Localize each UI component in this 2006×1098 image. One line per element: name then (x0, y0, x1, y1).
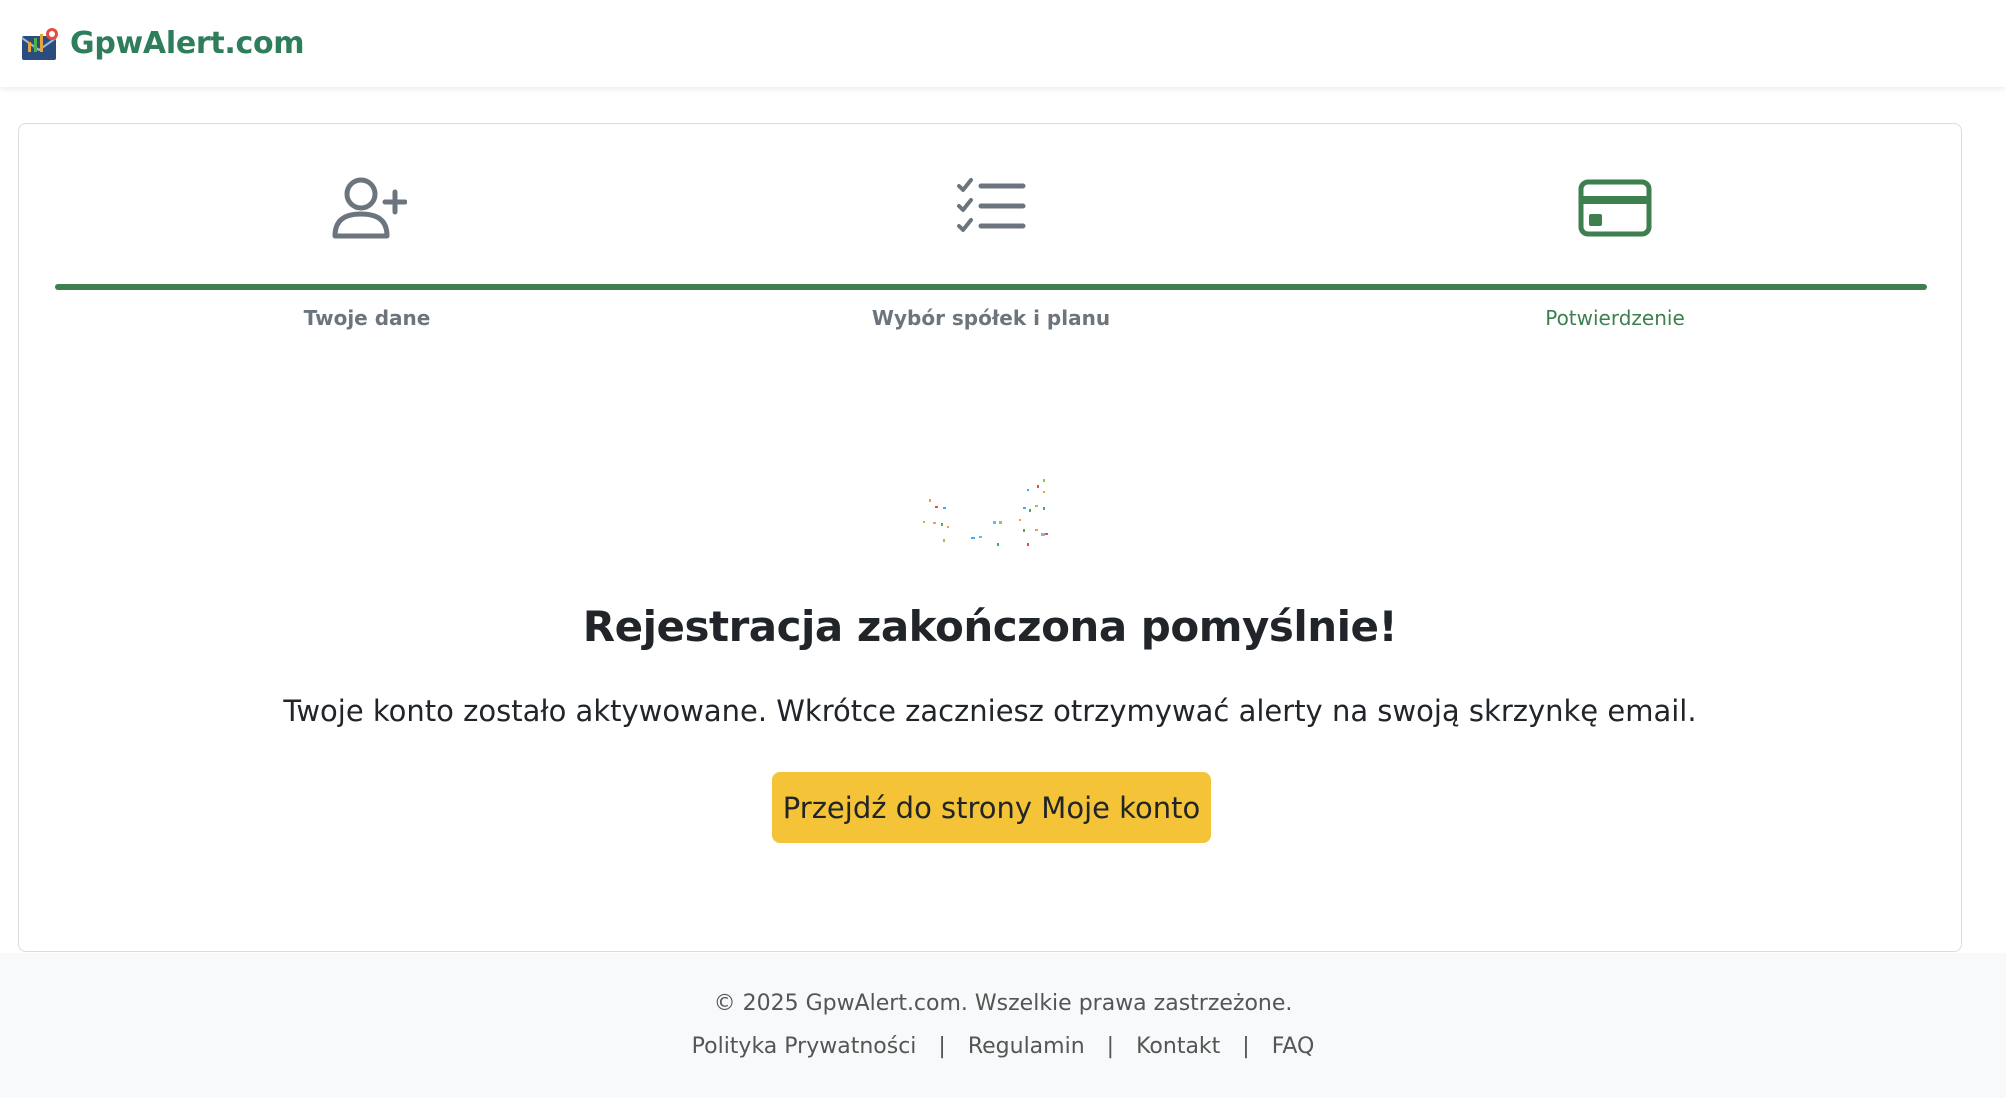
top-navbar: GpwAlert.com (0, 0, 2006, 87)
faq-link[interactable]: FAQ (1272, 1034, 1315, 1059)
step-label: Wybór spółek i planu (871, 306, 1111, 330)
brand-name: GpwAlert.com (70, 26, 305, 61)
success-title: Rejestracja zakończona pomyślnie! (582, 602, 1398, 651)
success-message: Twoje konto zostało aktywowane. Wkrótce … (283, 694, 1697, 728)
user-plus-icon (332, 177, 407, 239)
step-label: Twoje dane (303, 306, 431, 330)
envelope-chart-icon (21, 27, 58, 60)
footer-separator: | (1106, 1034, 1115, 1059)
step-confirmation: Potwierdzenie (1303, 164, 1927, 339)
footer-separator: | (1242, 1034, 1250, 1059)
copyright-text: © 2025 GpwAlert.com. Wszelkie prawa zast… (713, 991, 1293, 1016)
step-label: Potwierdzenie (1545, 306, 1685, 330)
terms-link[interactable]: Regulamin (968, 1034, 1085, 1059)
checklist-icon (957, 178, 1026, 232)
credit-card-icon (1578, 179, 1652, 237)
footer-links: Polityka Prywatności | Regulamin | Konta… (0, 1034, 2006, 1059)
brand-link[interactable]: GpwAlert.com (20, 26, 305, 62)
step-personal-data: Twoje dane (55, 164, 679, 339)
privacy-policy-link[interactable]: Polityka Prywatności (692, 1034, 917, 1059)
registration-stepper: Twoje dane Wybór spółek i planu Potwierd… (55, 164, 1927, 330)
registration-card: Twoje dane Wybór spółek i planu Potwierd… (18, 123, 1962, 952)
go-to-account-button[interactable]: Przejdź do strony Moje konto (772, 772, 1211, 843)
footer-separator: | (938, 1034, 946, 1059)
contact-link[interactable]: Kontakt (1136, 1034, 1220, 1059)
confetti-decoration (923, 479, 1048, 546)
step-companies-plan: Wybór spółek i planu (679, 164, 1303, 339)
footer: © 2025 GpwAlert.com. Wszelkie prawa zast… (0, 953, 2006, 1098)
